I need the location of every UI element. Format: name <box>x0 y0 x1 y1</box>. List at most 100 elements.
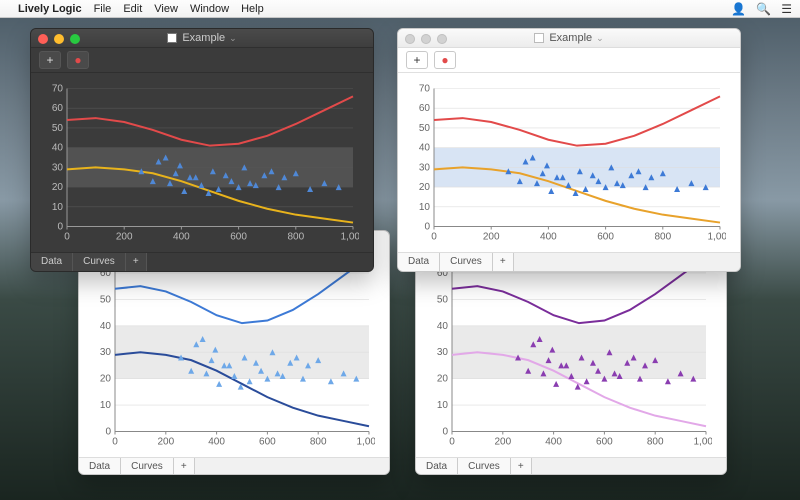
svg-text:50: 50 <box>100 294 112 305</box>
svg-text:30: 30 <box>419 162 431 173</box>
tab-data[interactable]: Data <box>31 253 73 271</box>
traffic-lights <box>38 34 80 44</box>
tab-bar: Data Curves + <box>398 252 740 271</box>
proxy-icon[interactable] <box>167 33 177 43</box>
document-window[interactable]: Example ⌄ + ● 0 10 20 30 40 50 60 70 0 200 400 600 8… <box>397 28 741 272</box>
title-chevron-icon[interactable]: ⌄ <box>596 33 604 44</box>
svg-text:800: 800 <box>310 437 327 448</box>
svg-text:0: 0 <box>442 427 448 438</box>
tab-data[interactable]: Data <box>79 458 121 474</box>
svg-text:600: 600 <box>230 231 247 242</box>
svg-text:200: 200 <box>483 231 500 242</box>
svg-text:400: 400 <box>540 231 557 242</box>
palette-button[interactable]: ● <box>434 51 456 69</box>
svg-text:0: 0 <box>57 221 63 232</box>
svg-text:800: 800 <box>647 437 664 448</box>
svg-text:30: 30 <box>437 347 449 358</box>
svg-text:60: 60 <box>52 103 64 114</box>
add-button[interactable]: + <box>39 51 61 69</box>
tab-data[interactable]: Data <box>416 458 458 474</box>
svg-text:0: 0 <box>112 437 118 448</box>
close-button[interactable] <box>405 34 415 44</box>
search-icon[interactable]: 🔍 <box>756 2 771 16</box>
svg-text:60: 60 <box>419 103 431 114</box>
svg-text:20: 20 <box>100 374 112 385</box>
svg-text:1,000: 1,000 <box>340 231 359 242</box>
add-button[interactable]: + <box>406 51 428 69</box>
svg-text:0: 0 <box>424 221 430 232</box>
svg-text:200: 200 <box>494 437 511 448</box>
tab-curves[interactable]: Curves <box>440 253 493 271</box>
svg-text:50: 50 <box>52 123 64 134</box>
svg-text:800: 800 <box>654 231 671 242</box>
svg-text:40: 40 <box>437 321 449 332</box>
tab-curves[interactable]: Curves <box>73 253 126 271</box>
svg-text:40: 40 <box>419 143 431 154</box>
zoom-button[interactable] <box>437 34 447 44</box>
tab-add[interactable]: + <box>511 458 532 474</box>
user-icon[interactable]: 👤 <box>731 2 746 16</box>
svg-text:10: 10 <box>437 400 449 411</box>
svg-text:20: 20 <box>437 374 449 385</box>
svg-text:50: 50 <box>419 123 431 134</box>
document-window[interactable]: Example ⌄ + ● 01020304050607002004006008… <box>30 28 374 272</box>
tab-add[interactable]: + <box>493 253 514 271</box>
svg-text:30: 30 <box>100 347 112 358</box>
tab-bar: Data Curves + <box>31 252 373 271</box>
tab-bar: Data Curves + <box>79 457 389 474</box>
palette-button[interactable]: ● <box>67 51 89 69</box>
tab-curves[interactable]: Curves <box>121 458 174 474</box>
title-chevron-icon[interactable]: ⌄ <box>229 33 237 44</box>
toolbar: + ● <box>398 48 740 73</box>
tab-add[interactable]: + <box>126 253 147 271</box>
traffic-lights <box>405 34 447 44</box>
menu-help[interactable]: Help <box>241 3 264 15</box>
svg-text:400: 400 <box>208 437 225 448</box>
svg-text:40: 40 <box>52 143 64 154</box>
window-title: Example <box>549 32 592 44</box>
app-menu[interactable]: Lively Logic <box>18 3 82 15</box>
svg-text:600: 600 <box>596 437 613 448</box>
svg-text:10: 10 <box>52 202 64 213</box>
svg-text:800: 800 <box>287 231 304 242</box>
minimize-button[interactable] <box>421 34 431 44</box>
tab-bar: Data Curves + <box>416 457 726 474</box>
close-button[interactable] <box>38 34 48 44</box>
svg-text:1,000: 1,000 <box>356 437 375 448</box>
chart-area[interactable]: 0 10 20 30 40 50 60 70 0 200 400 600 800 1,000 <box>398 73 740 252</box>
menu-edit[interactable]: Edit <box>123 3 142 15</box>
svg-text:0: 0 <box>105 427 111 438</box>
svg-text:600: 600 <box>597 231 614 242</box>
tab-add[interactable]: + <box>174 458 195 474</box>
menu-file[interactable]: File <box>94 3 112 15</box>
svg-text:1,000: 1,000 <box>693 437 712 448</box>
svg-text:30: 30 <box>52 162 64 173</box>
minimize-button[interactable] <box>54 34 64 44</box>
svg-text:1,000: 1,000 <box>707 231 726 242</box>
svg-text:200: 200 <box>116 231 133 242</box>
svg-text:20: 20 <box>52 182 64 193</box>
svg-text:200: 200 <box>157 437 174 448</box>
menu-extras-icon[interactable]: ☰ <box>781 2 792 16</box>
window-title: Example <box>182 32 225 44</box>
tab-data[interactable]: Data <box>398 253 440 271</box>
svg-text:10: 10 <box>419 202 431 213</box>
svg-text:400: 400 <box>545 437 562 448</box>
titlebar[interactable]: Example ⌄ <box>31 29 373 48</box>
tab-curves[interactable]: Curves <box>458 458 511 474</box>
menu-window[interactable]: Window <box>190 3 229 15</box>
svg-text:20: 20 <box>419 182 431 193</box>
chart-area[interactable]: 01020304050607002004006008001,000 <box>31 73 373 252</box>
svg-text:70: 70 <box>419 83 431 94</box>
proxy-icon[interactable] <box>534 33 544 43</box>
svg-text:50: 50 <box>437 294 449 305</box>
menu-view[interactable]: View <box>154 3 178 15</box>
zoom-button[interactable] <box>70 34 80 44</box>
svg-text:0: 0 <box>449 437 455 448</box>
titlebar[interactable]: Example ⌄ <box>398 29 740 48</box>
svg-text:70: 70 <box>52 83 64 94</box>
svg-text:0: 0 <box>431 231 437 242</box>
svg-text:10: 10 <box>100 400 112 411</box>
system-menubar: Lively Logic File Edit View Window Help … <box>0 0 800 18</box>
svg-text:0: 0 <box>64 231 70 242</box>
